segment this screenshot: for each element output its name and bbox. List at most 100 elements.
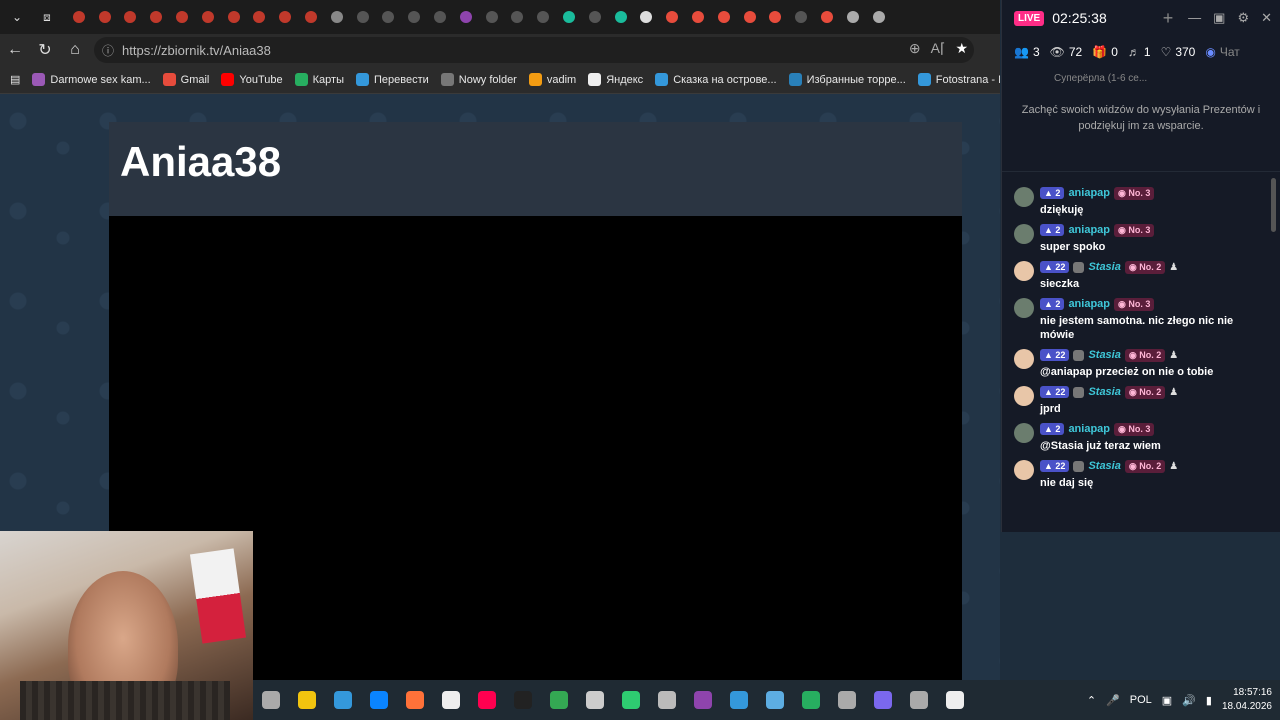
super-fans-label[interactable]: Суперёрла (1-6 се... [1002,68,1280,88]
browser-tab[interactable] [118,0,144,34]
browser-tab[interactable] [840,0,866,34]
browser-tab[interactable] [247,0,273,34]
bookmarks-menu-icon[interactable]: ▤ [10,66,20,93]
browser-tab[interactable] [556,0,582,34]
browser-tab[interactable] [866,0,892,34]
browser-tab[interactable] [66,0,92,34]
language-indicator[interactable]: POL [1130,694,1152,706]
user-avatar[interactable] [1014,423,1034,443]
user-avatar[interactable] [1014,349,1034,369]
back-arrow-icon[interactable]: ← [0,35,30,65]
browser-tab[interactable] [530,0,556,34]
followers-stat[interactable]: ♬ 1 [1128,45,1151,59]
browser-tab[interactable] [401,0,427,34]
browser-tab[interactable] [376,0,402,34]
user-avatar[interactable] [1014,224,1034,244]
browser-tab[interactable] [298,0,324,34]
likes-stat[interactable]: ♡ 370 [1161,45,1196,59]
add-icon[interactable]: + [1163,8,1174,29]
gifts-stat[interactable]: 🎁 0 [1092,45,1118,59]
viewers-stat[interactable]: 👁 72 [1050,45,1083,59]
user-avatar[interactable] [1014,386,1034,406]
user-avatar[interactable] [1014,460,1034,480]
tab-actions-chevron-icon[interactable]: ⌄ [0,0,34,34]
refresh-icon[interactable]: ↻ [30,35,60,65]
browser-tab[interactable] [685,0,711,34]
browser-tab[interactable] [169,0,195,34]
bookmark-item[interactable]: Nowy folder [440,66,517,93]
browser-tab[interactable] [711,0,737,34]
browser-tab[interactable] [427,0,453,34]
browser-tab[interactable] [350,0,376,34]
clock[interactable]: 18:57:16 18.04.2026 [1222,686,1272,714]
bookmark-item[interactable]: Darmowe sex kam... [32,66,151,93]
user-avatar[interactable] [1014,187,1034,207]
browser-tab[interactable] [788,0,814,34]
minimize-icon[interactable]: — [1188,10,1201,26]
taskbar-app-icon[interactable] [325,680,361,720]
taskbar-app-icon[interactable] [289,680,325,720]
taskbar-app-icon[interactable] [397,680,433,720]
browser-tab[interactable] [582,0,608,34]
browser-tab[interactable] [659,0,685,34]
username[interactable]: Stasia [1088,349,1120,361]
taskbar-app-icon[interactable] [901,680,937,720]
bookmark-item[interactable]: Яндекс [588,66,643,93]
browser-tab[interactable] [634,0,660,34]
settings-gear-icon[interactable]: ⚙ [1237,10,1249,26]
bookmark-item[interactable]: Gmail [162,66,209,93]
bookmark-item[interactable]: Карты [294,66,344,93]
username[interactable]: Stasia [1088,261,1120,273]
browser-tab[interactable] [221,0,247,34]
workspaces-icon[interactable]: ⧈ [34,4,60,30]
username[interactable]: aniapap [1068,187,1110,199]
browser-tab[interactable] [272,0,298,34]
close-icon[interactable]: ✕ [1261,10,1272,26]
browser-tab[interactable] [453,0,479,34]
taskbar-app-icon[interactable] [721,680,757,720]
username[interactable]: aniapap [1068,224,1110,236]
bookmark-item[interactable]: vadim [528,66,576,93]
browser-tab[interactable] [814,0,840,34]
taskbar-app-icon[interactable] [577,680,613,720]
taskbar-app-icon[interactable] [685,680,721,720]
taskbar-app-icon[interactable] [505,680,541,720]
taskbar-app-icon[interactable] [757,680,793,720]
taskbar-app-icon[interactable] [865,680,901,720]
browser-tab[interactable] [608,0,634,34]
browser-tab[interactable] [763,0,789,34]
browser-tab[interactable] [195,0,221,34]
battery-icon[interactable]: ▮ [1206,694,1212,707]
read-aloud-icon[interactable]: A⌈ [931,40,946,57]
network-icon[interactable]: ▣ [1162,694,1172,707]
browser-tab[interactable] [324,0,350,34]
bookmark-item[interactable]: Fotostrana - No Int... [917,66,1000,93]
taskbar-app-icon[interactable] [649,680,685,720]
username[interactable]: Stasia [1088,460,1120,472]
user-avatar[interactable] [1014,261,1034,281]
taskbar-app-icon[interactable] [829,680,865,720]
taskbar-app-icon[interactable] [937,680,973,720]
browser-tab[interactable] [143,0,169,34]
browser-tab[interactable] [505,0,531,34]
browser-tab[interactable] [92,0,118,34]
browser-tab[interactable] [737,0,763,34]
taskbar-app-icon[interactable] [469,680,505,720]
taskbar-app-icon[interactable] [793,680,829,720]
username[interactable]: Stasia [1088,386,1120,398]
users-stat[interactable]: 👥 3 [1014,45,1040,59]
bookmark-item[interactable]: Перевести [355,66,429,93]
bookmark-item[interactable]: Избранные торре... [788,66,906,93]
taskbar-app-icon[interactable] [613,680,649,720]
username[interactable]: aniapap [1068,423,1110,435]
taskbar-app-icon[interactable] [361,680,397,720]
bookmark-item[interactable]: YouTube [221,66,283,93]
chevron-up-icon[interactable]: ⌃ [1087,694,1096,707]
home-icon[interactable]: ⌂ [60,35,90,65]
microphone-icon[interactable]: 🎤 [1106,694,1120,707]
zoom-icon[interactable]: ⊕ [909,40,921,57]
browser-tab[interactable] [479,0,505,34]
chat-scrollbar[interactable] [1271,178,1276,232]
taskbar-app-icon[interactable] [541,680,577,720]
bookmark-item[interactable]: Сказка на острове... [655,66,777,93]
